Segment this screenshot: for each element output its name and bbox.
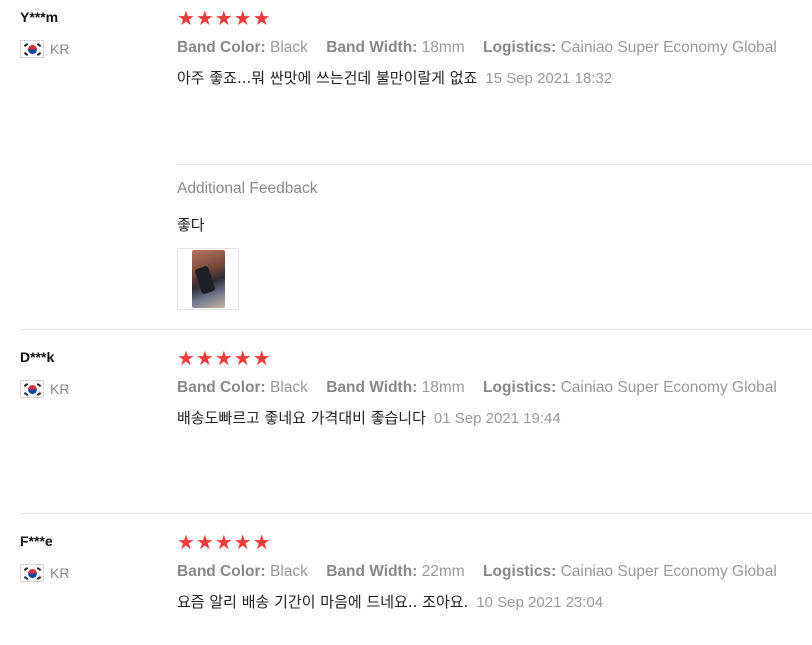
- review-date: 01 Sep 2021 19:44: [433, 410, 561, 427]
- reviewer-name: F***e: [20, 533, 53, 549]
- attr-key-band-width: Band Width:: [326, 39, 418, 56]
- reviewer-country: KR: [20, 380, 160, 398]
- additional-feedback-text: 좋다: [177, 216, 205, 234]
- review-text-row: 요즘 알리 배송 기간이 마음에 드네요.. 조아요. 10 Sep 2021 2…: [177, 592, 812, 613]
- review-attributes: Band Color: Black Band Width: 18mm Logis…: [177, 38, 812, 58]
- reviewer-info: Y***m KR: [20, 8, 160, 58]
- attr-key-band-color: Band Color:: [177, 563, 266, 580]
- review-text: 요즘 알리 배송 기간이 마음에 드네요.. 조아요.: [177, 593, 469, 611]
- attr-value-band-color: Black: [270, 379, 308, 396]
- review-text: 아주 좋죠...뭐 싼맛에 쓰는건데 불만이랄게 없죠: [177, 69, 478, 87]
- review-text-row: 아주 좋죠...뭐 싼맛에 쓰는건데 불만이랄게 없죠 15 Sep 2021 1…: [177, 68, 812, 89]
- review-date: 15 Sep 2021 18:32: [485, 70, 613, 87]
- attr-value-band-width: 22mm: [421, 563, 465, 580]
- attr-value-band-color: Black: [270, 39, 308, 56]
- attr-value-band-color: Black: [270, 563, 308, 580]
- attr-value-logistics: Cainiao Super Economy Global: [560, 39, 777, 56]
- reviewer-name: Y***m: [20, 9, 59, 25]
- star-rating: ★★★★★: [177, 6, 272, 30]
- south-korea-flag-icon: [20, 40, 44, 58]
- reviewer-country: KR: [20, 564, 160, 582]
- attr-key-band-color: Band Color:: [177, 379, 266, 396]
- south-korea-flag-icon: [20, 564, 44, 582]
- review-content: ★★★★★ Band Color: Black Band Width: 18mm…: [177, 348, 812, 429]
- reviewer-country: KR: [20, 40, 160, 58]
- attr-key-logistics: Logistics:: [483, 563, 557, 580]
- attr-key-logistics: Logistics:: [483, 39, 557, 56]
- review-content: ★★★★★ Band Color: Black Band Width: 18mm…: [177, 8, 812, 89]
- attr-value-logistics: Cainiao Super Economy Global: [560, 379, 777, 396]
- reviewer-name: D***k: [20, 349, 55, 365]
- review-divider: [20, 329, 812, 330]
- attr-key-logistics: Logistics:: [483, 379, 557, 396]
- attr-value-logistics: Cainiao Super Economy Global: [560, 563, 777, 580]
- star-rating: ★★★★★: [177, 530, 272, 554]
- reviewer-info: F***e KR: [20, 532, 160, 582]
- country-code: KR: [50, 565, 70, 581]
- attr-value-band-width: 18mm: [421, 39, 465, 56]
- review-text-row: 배송도빠르고 좋네요 가격대비 좋습니다 01 Sep 2021 19:44: [177, 408, 812, 429]
- attr-key-band-width: Band Width:: [326, 563, 418, 580]
- review-content: ★★★★★ Band Color: Black Band Width: 22mm…: [177, 532, 812, 613]
- attr-key-band-width: Band Width:: [326, 379, 418, 396]
- country-code: KR: [50, 381, 70, 397]
- attr-key-band-color: Band Color:: [177, 39, 266, 56]
- review-text: 배송도빠르고 좋네요 가격대비 좋습니다: [177, 409, 426, 427]
- review-photo-thumbnail[interactable]: [177, 248, 239, 310]
- review-attributes: Band Color: Black Band Width: 22mm Logis…: [177, 562, 812, 582]
- star-rating: ★★★★★: [177, 346, 272, 370]
- additional-feedback-title: Additional Feedback: [177, 180, 318, 197]
- south-korea-flag-icon: [20, 380, 44, 398]
- additional-feedback-divider: [177, 164, 812, 165]
- attr-value-band-width: 18mm: [421, 379, 465, 396]
- review-attributes: Band Color: Black Band Width: 18mm Logis…: [177, 378, 812, 398]
- country-code: KR: [50, 41, 70, 57]
- review-divider: [20, 513, 812, 514]
- review-date: 10 Sep 2021 23:04: [476, 594, 604, 611]
- reviewer-info: D***k KR: [20, 348, 160, 398]
